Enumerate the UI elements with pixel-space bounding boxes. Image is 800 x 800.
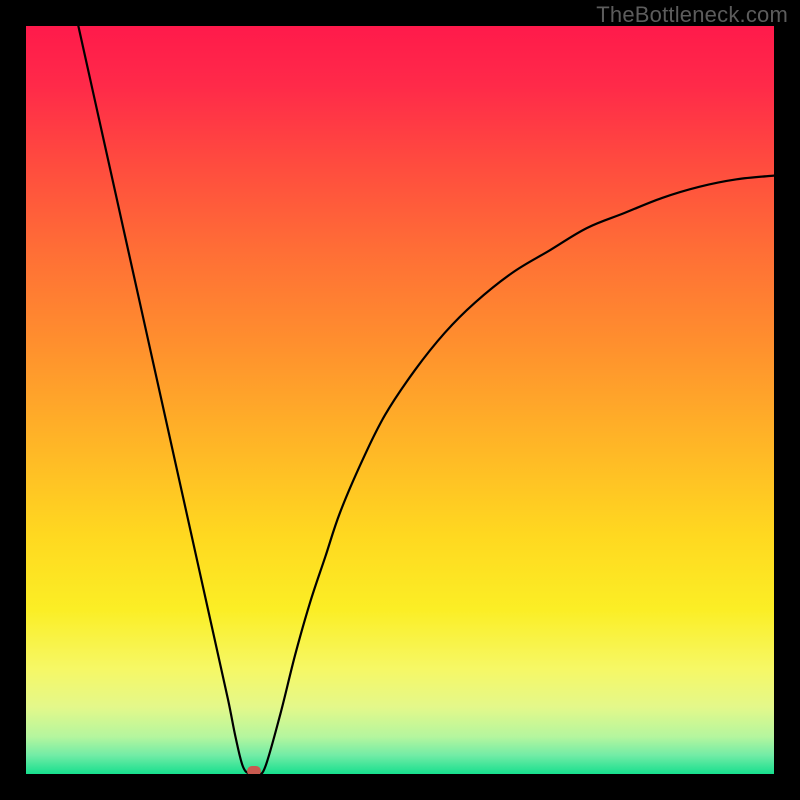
optimal-point-marker	[247, 766, 261, 774]
bottleneck-curve	[78, 26, 774, 774]
plot-area	[26, 26, 774, 774]
chart-container: TheBottleneck.com	[0, 0, 800, 800]
watermark-text: TheBottleneck.com	[596, 2, 788, 28]
curve-layer	[26, 26, 774, 774]
